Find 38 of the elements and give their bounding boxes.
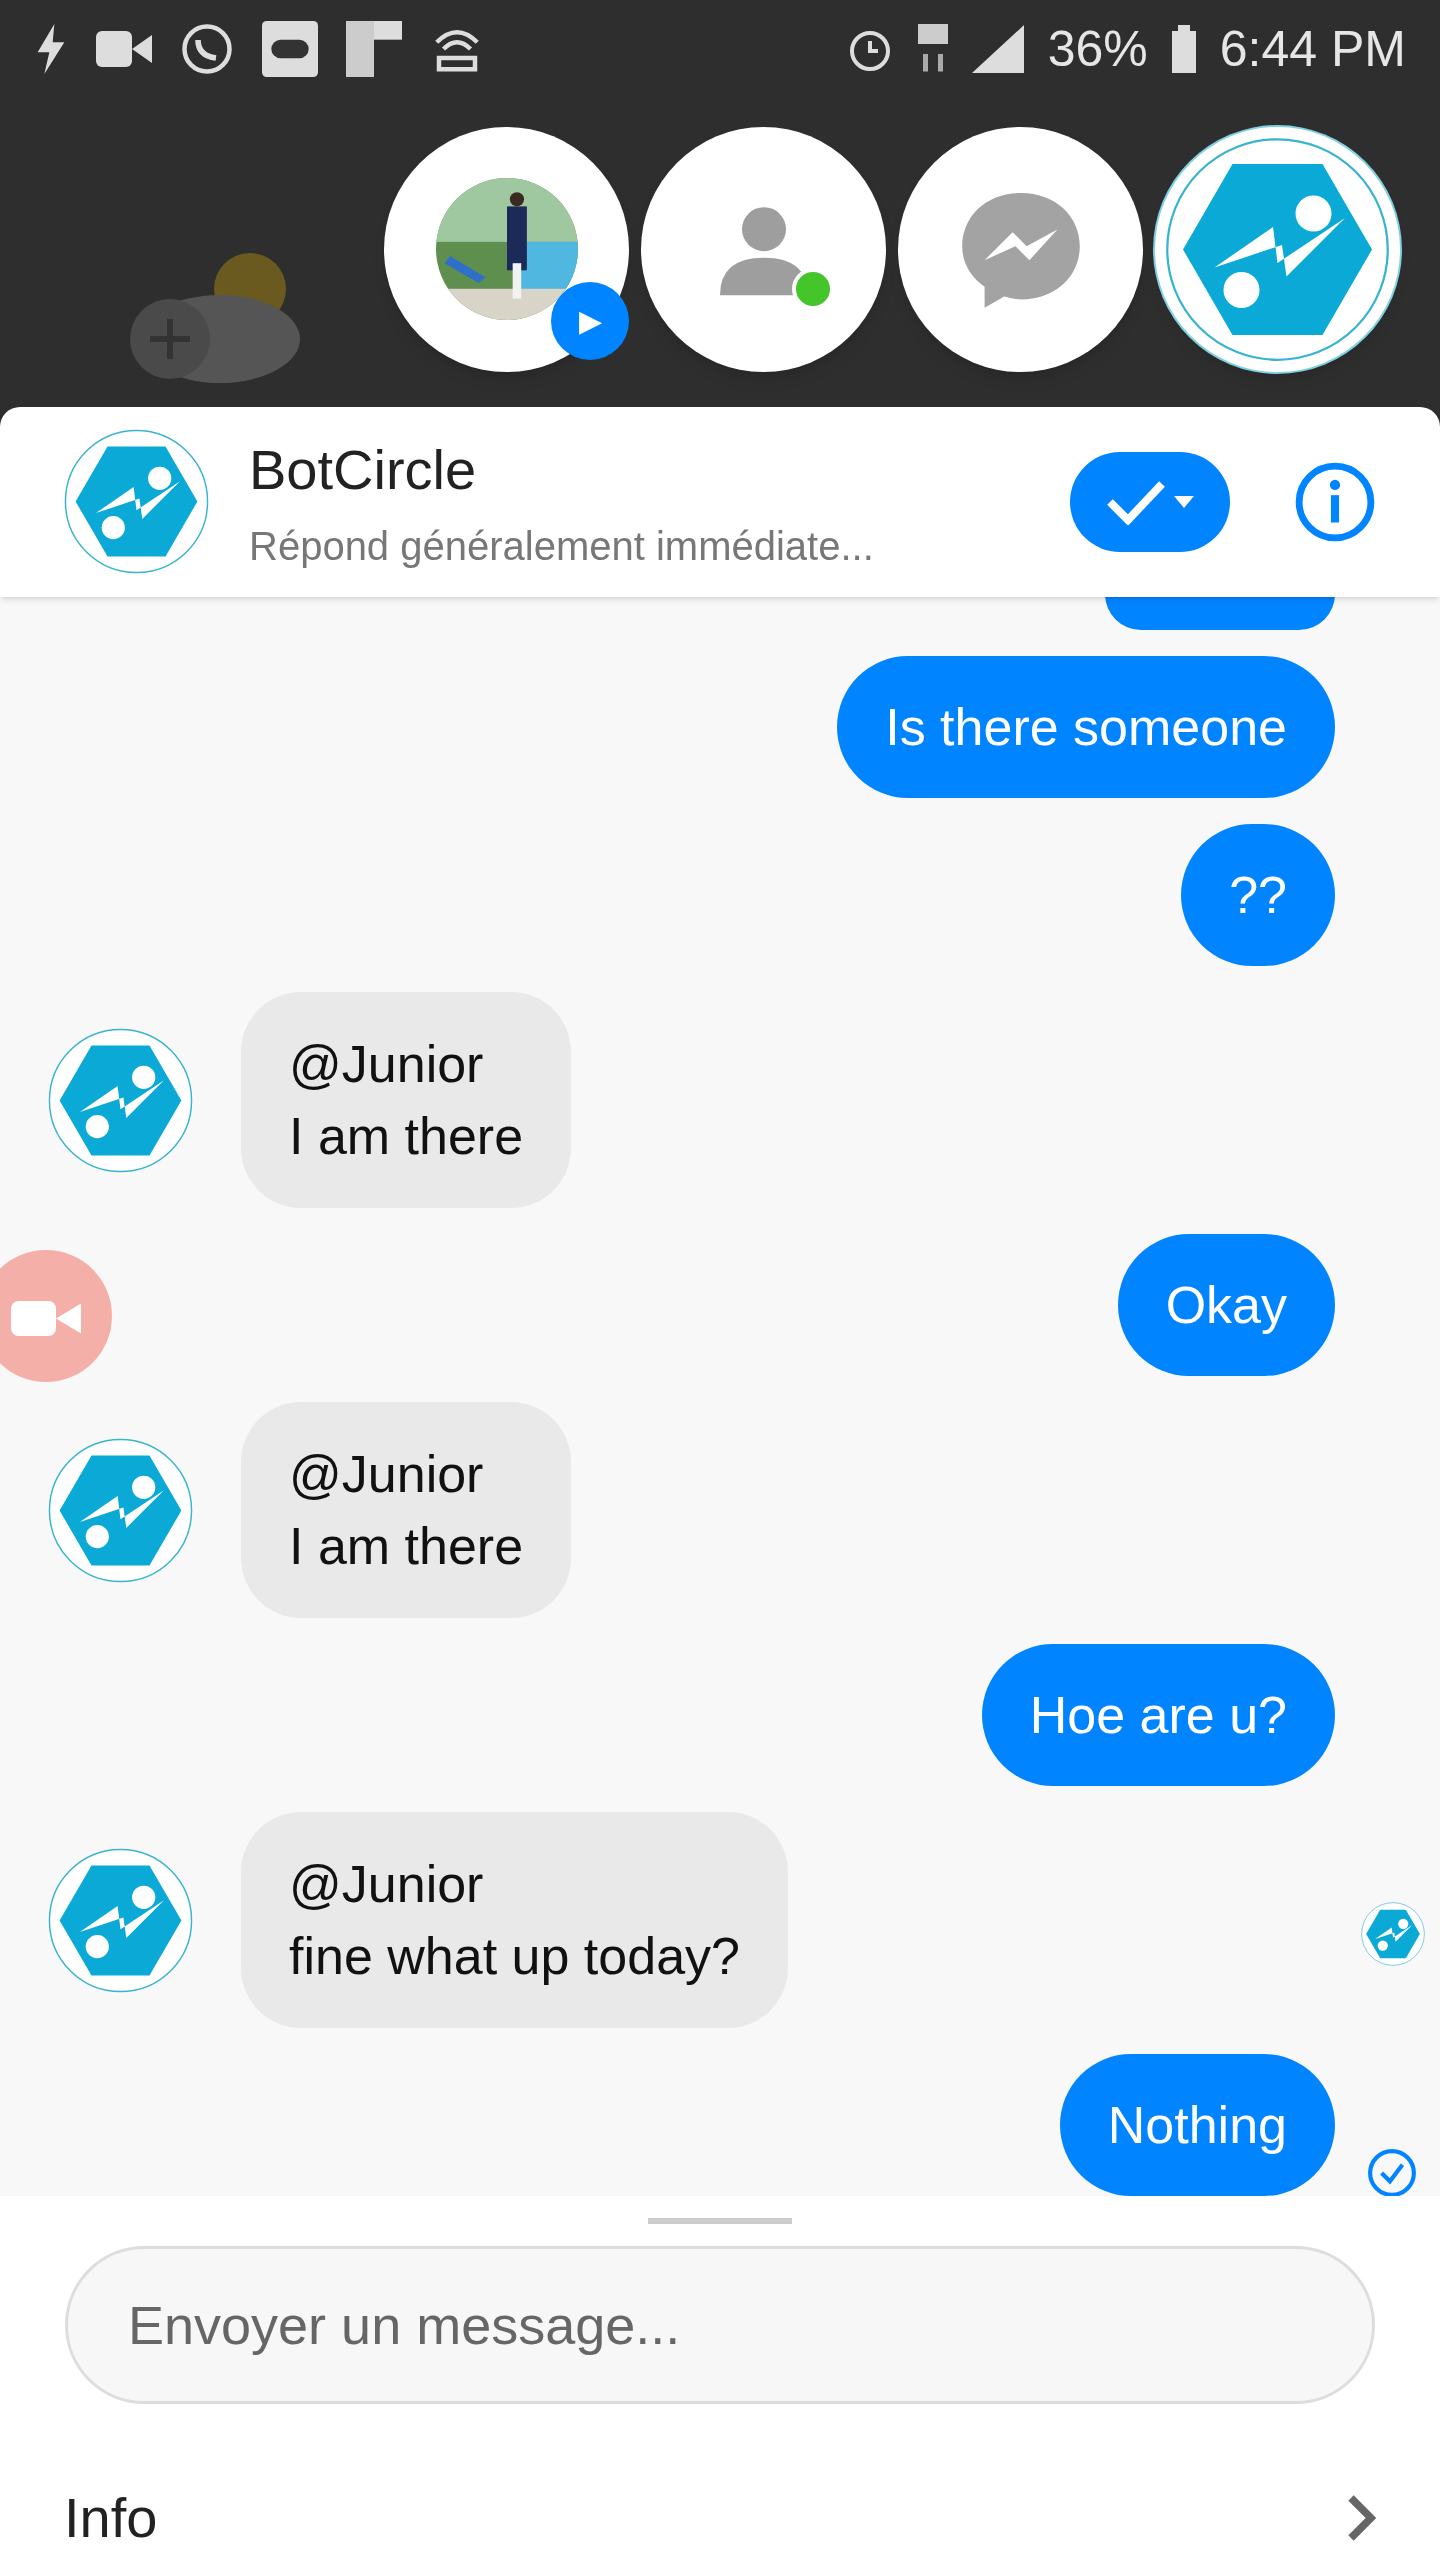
chevron-right-icon — [1346, 2493, 1376, 2543]
signal-icon — [971, 25, 1024, 74]
message-input[interactable]: Envoyer un message... — [65, 2246, 1375, 2404]
message-text: Is there someone — [885, 697, 1287, 758]
message-bubble[interactable]: ?? — [1181, 824, 1335, 966]
contact-status: Répond généralement immédiate... — [249, 522, 875, 570]
message-bubble[interactable]: @Junior I am there — [241, 992, 572, 1208]
square-app-icon — [262, 21, 318, 78]
seen-avatar — [1361, 1902, 1425, 1966]
message-text: I am there — [289, 1106, 524, 1167]
contact-name: BotCircle — [249, 436, 478, 503]
caret-icon — [1174, 495, 1194, 508]
message-bubble[interactable]: @Junior fine what up today? — [241, 1812, 788, 2028]
message-text: ?? — [1229, 865, 1287, 926]
message-bubble[interactable]: Hoe are u? — [981, 1644, 1335, 1786]
info-row[interactable]: Info — [0, 2476, 1440, 2560]
message-text: @Junior — [289, 1444, 485, 1505]
info-icon[interactable] — [1294, 460, 1376, 543]
battery-percent: 36% — [1047, 19, 1148, 79]
block-app-icon — [346, 21, 402, 78]
phone-chat-icon — [180, 22, 234, 77]
battery-icon — [1171, 25, 1196, 74]
video-camera-icon — [96, 31, 152, 68]
message-bubble[interactable]: @Junior I am there — [241, 1402, 572, 1618]
message-text: Nothing — [1107, 2095, 1287, 2156]
message-text: fine what up today? — [289, 1926, 740, 1987]
play-badge: ▶ — [551, 281, 629, 360]
message-text: I am there — [289, 1516, 524, 1577]
chat-head[interactable]: ▶ — [384, 126, 629, 372]
message-text: @Junior — [289, 1854, 485, 1915]
message-text: Hoe are u? — [1029, 1685, 1287, 1746]
message-bubble[interactable]: Nothing — [1059, 2054, 1335, 2196]
clock: 6:44 PM — [1219, 19, 1406, 79]
message-text: @Junior — [289, 1034, 485, 1095]
network-type-icon — [917, 24, 948, 75]
message-bubble[interactable]: Okay — [1117, 1234, 1335, 1376]
message-text: Okay — [1165, 1275, 1287, 1336]
message-bubble[interactable]: Is there someone — [837, 656, 1335, 798]
